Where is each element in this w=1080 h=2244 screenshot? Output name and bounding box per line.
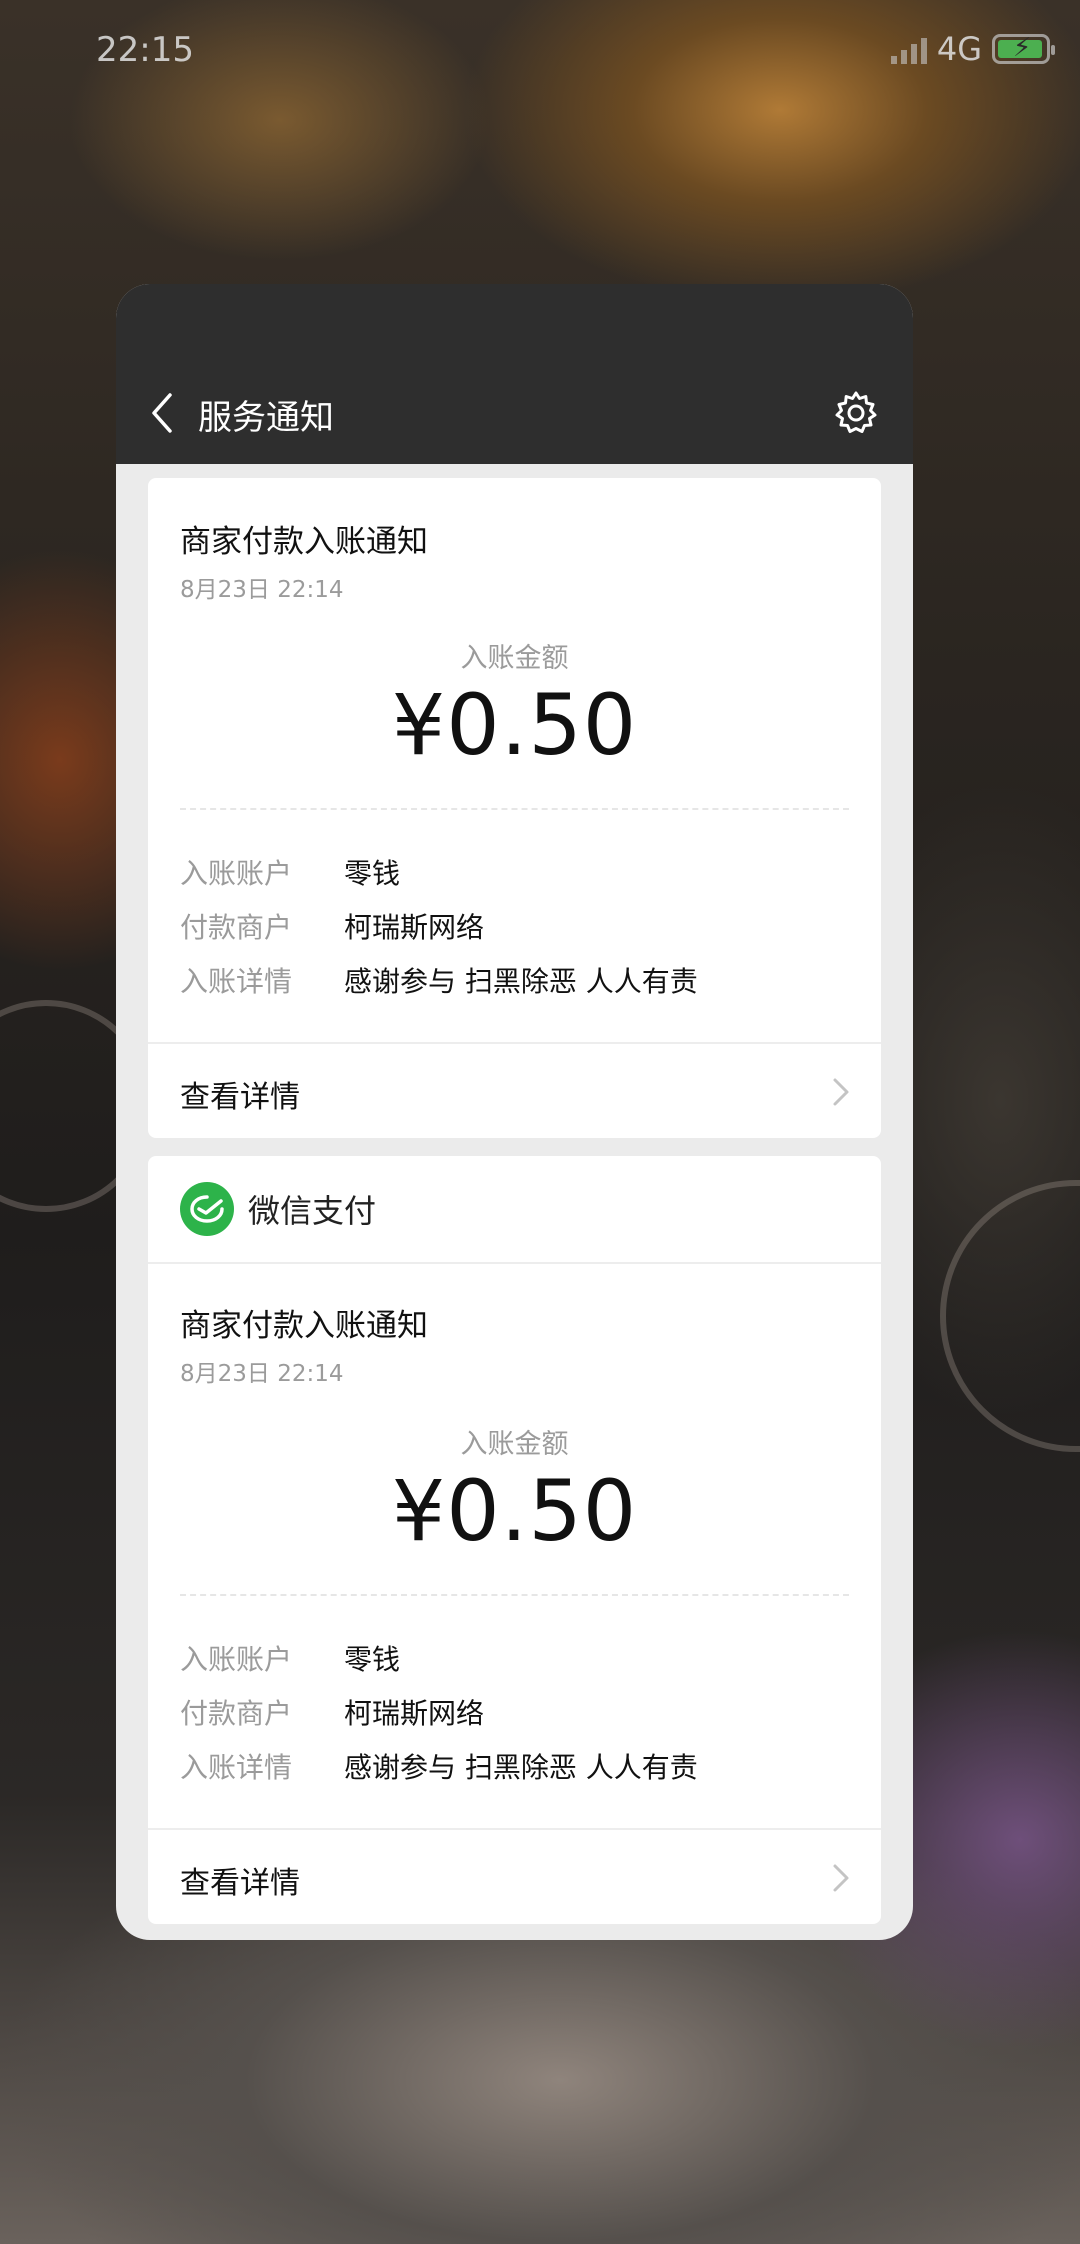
- view-details-link[interactable]: 查看详情: [148, 1830, 881, 1926]
- network-type: 4G: [936, 30, 982, 68]
- notification-title: 商家付款入账通知: [180, 1308, 428, 1344]
- info-key: 入账账户: [180, 1643, 293, 1676]
- info-key: 入账详情: [180, 965, 293, 998]
- dashed-divider: [180, 1594, 849, 1596]
- info-value: 柯瑞斯网络: [344, 911, 485, 944]
- amount-value: ¥0.50: [391, 1462, 638, 1560]
- amount-label: 入账金额: [460, 643, 569, 674]
- info-row: 入账详情 感谢参与 扫黑除恶 人人有责: [180, 1746, 698, 1786]
- wechat-pay-glyph: [190, 1195, 224, 1223]
- info-key: 付款商户: [180, 1697, 293, 1730]
- info-row: 付款商户 柯瑞斯网络: [180, 1692, 484, 1732]
- chevron-right-icon: [833, 1864, 849, 1892]
- signal-icon: [890, 34, 927, 64]
- settings-gear-icon: [835, 391, 877, 433]
- info-row: 付款商户 柯瑞斯网络: [180, 906, 484, 946]
- info-key: 入账账户: [180, 857, 293, 890]
- notification-time: 8月23日 22:14: [180, 1361, 344, 1387]
- view-details-label: 查看详情: [180, 1866, 300, 1901]
- dashed-divider: [180, 808, 849, 810]
- status-indicators: 4G ⚡: [890, 30, 1055, 68]
- notification-title: 商家付款入账通知: [180, 524, 428, 560]
- info-value: 感谢参与 扫黑除恶 人人有责: [344, 965, 698, 998]
- page-title: 服务通知: [198, 398, 334, 438]
- info-key: 付款商户: [180, 911, 293, 944]
- info-row: 入账账户 零钱: [180, 852, 400, 892]
- amount-value: ¥0.50: [391, 676, 638, 774]
- card-source-header: 微信支付: [148, 1156, 881, 1264]
- info-value: 柯瑞斯网络: [344, 1697, 485, 1730]
- back-arrow-icon: [152, 393, 172, 433]
- info-value: 零钱: [344, 1643, 401, 1676]
- header-bar: 服务通知: [116, 284, 913, 464]
- wechat-pay-icon: [180, 1182, 234, 1236]
- chevron-right-icon: [833, 1078, 849, 1106]
- screen: 22:15 4G ⚡ 服务通知 商家付款入账通知 8月23日 22:14 入账金…: [0, 0, 1080, 2244]
- view-details-link[interactable]: 查看详情: [148, 1044, 881, 1140]
- notification-time: 8月23日 22:14: [180, 577, 344, 603]
- info-value: 感谢参与 扫黑除恶 人人有责: [344, 1751, 698, 1784]
- service-notification-panel: 服务通知 商家付款入账通知 8月23日 22:14 入账金额 ¥0.50 入账账…: [116, 284, 913, 1940]
- notification-card: 商家付款入账通知 8月23日 22:14 入账金额 ¥0.50 入账账户 零钱 …: [148, 478, 881, 1138]
- info-key: 入账详情: [180, 1751, 293, 1784]
- battery-icon: ⚡: [992, 33, 1055, 64]
- settings-button[interactable]: [833, 390, 879, 436]
- view-details-label: 查看详情: [180, 1080, 300, 1115]
- info-value: 零钱: [344, 857, 401, 890]
- amount-label: 入账金额: [460, 1429, 569, 1460]
- info-row: 入账账户 零钱: [180, 1638, 400, 1678]
- card-source-name: 微信支付: [248, 1192, 377, 1230]
- status-time: 22:15: [96, 30, 194, 70]
- notification-card: 微信支付 商家付款入账通知 8月23日 22:14 入账金额 ¥0.50 入账账…: [148, 1156, 881, 1924]
- info-row: 入账详情 感谢参与 扫黑除恶 人人有责: [180, 960, 698, 1000]
- background-decoration: [940, 1180, 1080, 1452]
- back-button[interactable]: [142, 388, 182, 438]
- status-bar: 22:15 4G ⚡: [0, 0, 1080, 104]
